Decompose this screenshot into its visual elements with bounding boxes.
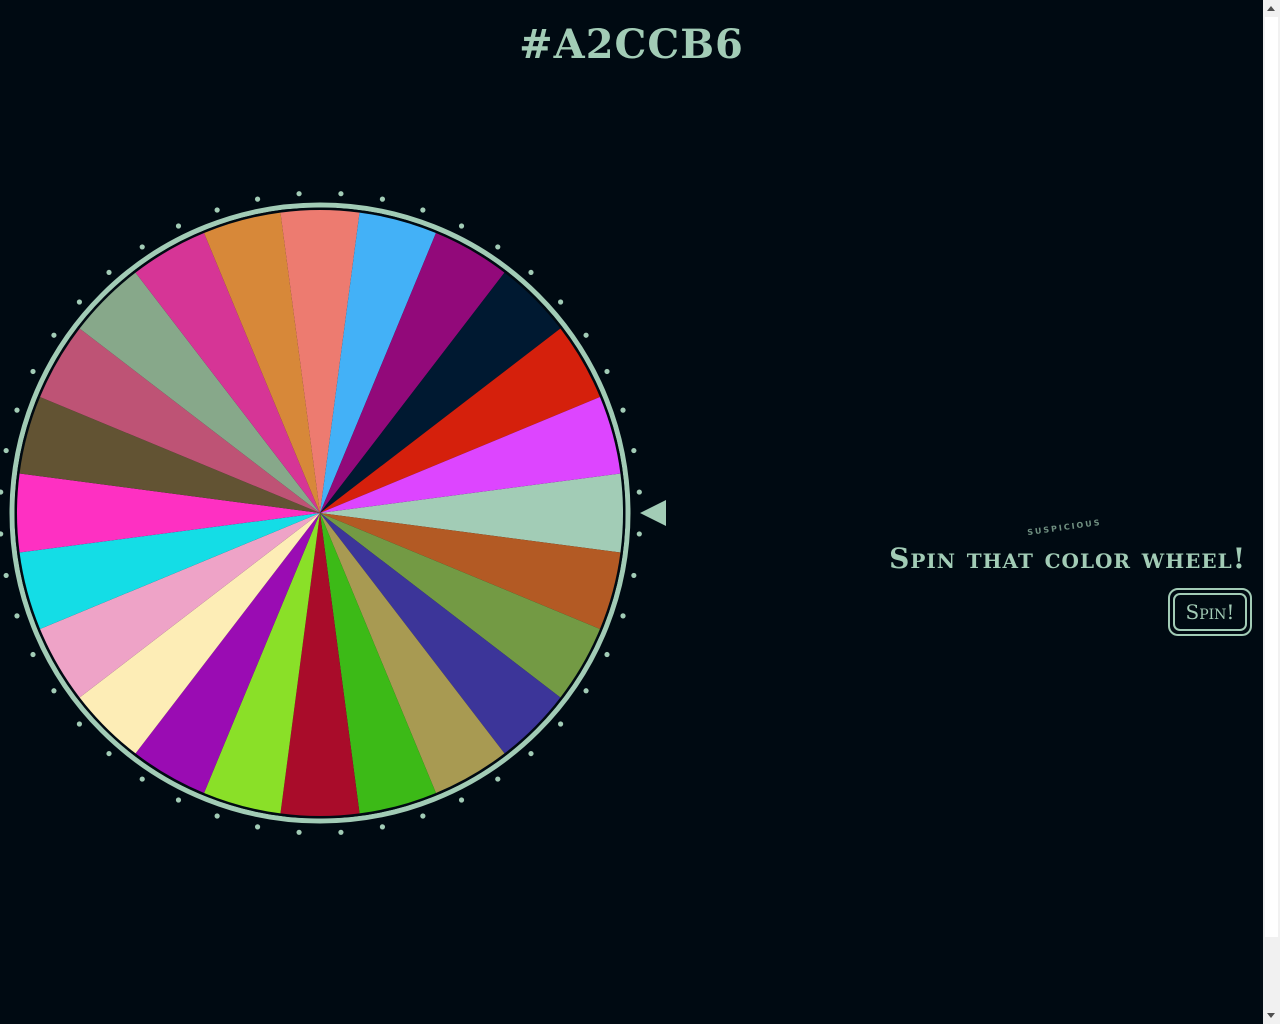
wheel-peg bbox=[458, 797, 465, 803]
wheel-peg bbox=[214, 207, 220, 213]
wheel-peg bbox=[604, 368, 610, 375]
wheel-peg bbox=[620, 613, 626, 619]
wheel-peg bbox=[106, 269, 112, 276]
spin-button[interactable]: Spin! bbox=[1168, 588, 1252, 636]
wheel-peg bbox=[175, 797, 182, 803]
scroll-up-icon[interactable] bbox=[1267, 6, 1275, 11]
wheel-peg bbox=[338, 829, 344, 835]
wheel-peg bbox=[76, 299, 83, 305]
wheel-peg bbox=[458, 223, 465, 229]
wheel-peg bbox=[0, 489, 4, 495]
wheel-peg bbox=[495, 244, 501, 250]
wheel-pointer-icon bbox=[640, 500, 666, 526]
wheel-peg bbox=[14, 407, 20, 413]
wheel-peg bbox=[631, 447, 637, 454]
wheel-peg bbox=[379, 196, 386, 202]
wheel-peg bbox=[51, 332, 57, 338]
wheel-peg bbox=[14, 613, 20, 619]
wheel-peg bbox=[420, 207, 426, 213]
wheel-peg bbox=[175, 223, 182, 229]
wheel-peg bbox=[379, 824, 386, 830]
wheel-peg bbox=[30, 651, 36, 658]
wheel-peg bbox=[338, 191, 344, 197]
wheel-peg bbox=[0, 531, 4, 537]
wheel-peg bbox=[557, 721, 564, 727]
wheel-peg bbox=[3, 447, 9, 454]
color-title: #A2CCB6 bbox=[519, 21, 744, 68]
wheel-peg bbox=[420, 813, 426, 819]
wheel-peg bbox=[604, 651, 610, 658]
tagline: Spin that color wheel! bbox=[889, 542, 1246, 575]
vertical-scrollbar[interactable] bbox=[1263, 0, 1280, 1024]
wheel-peg bbox=[51, 688, 57, 694]
wheel-peg bbox=[583, 332, 589, 338]
page: #A2CCB6 suspicious Spin that color wheel… bbox=[0, 0, 1280, 1024]
wheel-peg bbox=[296, 829, 302, 835]
wheel-peg bbox=[495, 776, 501, 782]
wheel-peg bbox=[528, 269, 534, 276]
wheel-peg bbox=[254, 824, 261, 830]
scrollbar-thumb[interactable] bbox=[1265, 17, 1278, 937]
wheel-peg bbox=[631, 572, 637, 579]
wheel-peg bbox=[636, 531, 642, 537]
wheel-peg bbox=[30, 368, 36, 375]
color-wheel[interactable] bbox=[0, 185, 680, 845]
wheel-peg bbox=[620, 407, 626, 413]
color-wheel-svg[interactable] bbox=[0, 185, 680, 845]
kicker-text: suspicious bbox=[1026, 517, 1103, 538]
wheel-peg bbox=[76, 721, 83, 727]
scroll-down-icon[interactable] bbox=[1267, 1013, 1275, 1018]
wheel-peg bbox=[214, 813, 220, 819]
wheel-peg bbox=[528, 750, 534, 757]
wheel-peg bbox=[557, 299, 564, 305]
wheel-peg bbox=[139, 244, 145, 250]
wheel-peg bbox=[583, 688, 589, 694]
wheel-peg bbox=[106, 750, 112, 757]
wheel-peg bbox=[139, 776, 145, 782]
wheel-peg bbox=[636, 489, 642, 495]
spin-button-label: Spin! bbox=[1173, 593, 1247, 631]
wheel-peg bbox=[3, 572, 9, 579]
wheel-peg bbox=[296, 191, 302, 197]
wheel-peg bbox=[254, 196, 261, 202]
